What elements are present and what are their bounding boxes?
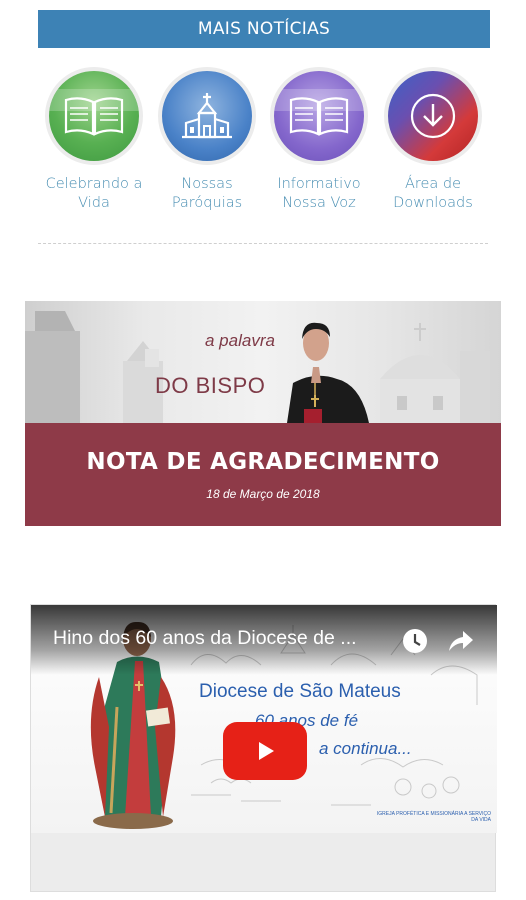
download-icon xyxy=(410,93,456,139)
bishop-banner-image: a palavra DO BISPO xyxy=(25,301,501,423)
play-button[interactable] xyxy=(223,722,307,780)
nav-celebrando-a-vida[interactable]: Celebrando a Vida xyxy=(38,67,150,213)
book-icon xyxy=(289,97,349,136)
news-date: 18 de Março de 2018 xyxy=(206,487,320,501)
nav-label[interactable]: Informativo Nossa Voz xyxy=(263,175,375,213)
nav-paroquias-circle[interactable] xyxy=(158,67,256,165)
quick-links: Celebrando a Vida Nossas Paróquias Infor… xyxy=(0,67,526,217)
section-divider xyxy=(38,243,488,244)
bishop-figure xyxy=(287,322,369,423)
video-title[interactable]: Hino dos 60 anos da Diocese de ... xyxy=(53,627,398,650)
video-overlay-title: Diocese de São Mateus xyxy=(199,681,401,702)
youtube-embed[interactable]: Hino dos 60 anos da Diocese de ... Dioce… xyxy=(30,604,497,892)
bishop-tagline-small: a palavra xyxy=(205,331,275,350)
share-icon[interactable] xyxy=(445,627,475,655)
nav-label[interactable]: Nossas Paróquias xyxy=(151,175,263,213)
nav-area-de-downloads[interactable]: Área de Downloads xyxy=(377,67,489,213)
nav-downloads-circle[interactable] xyxy=(384,67,482,165)
section-header: MAIS NOTÍCIAS xyxy=(38,10,490,48)
video-overlay-tagline: IGREJA PROFÉTICA E MISSIONÁRIA A SERVIÇO… xyxy=(376,811,491,823)
play-icon xyxy=(259,742,274,760)
bishop-tagline-big: DO BISPO xyxy=(155,373,266,398)
bishop-card-footer: NOTA DE AGRADECIMENTO 18 de Março de 201… xyxy=(25,423,501,526)
video-thumbnail[interactable]: Hino dos 60 anos da Diocese de ... Dioce… xyxy=(31,605,497,833)
bishop-news-card[interactable]: a palavra DO BISPO NOTA DE AGRADECIMENTO… xyxy=(25,301,501,526)
section-title: MAIS NOTÍCIAS xyxy=(197,19,331,39)
nav-label[interactable]: Área de Downloads xyxy=(377,175,489,213)
video-overlay-subtitle-2: a continua... xyxy=(319,739,412,758)
nav-celebrando-circle[interactable] xyxy=(45,67,143,165)
nav-informativo-nossa-voz[interactable]: Informativo Nossa Voz xyxy=(263,67,375,213)
book-icon xyxy=(64,97,124,136)
nav-nossas-paroquias[interactable]: Nossas Paróquias xyxy=(151,67,263,213)
church-background-image xyxy=(25,311,490,423)
watch-later-icon[interactable] xyxy=(401,627,429,655)
news-title[interactable]: NOTA DE AGRADECIMENTO xyxy=(25,449,501,475)
church-icon xyxy=(182,93,232,139)
nav-informativo-circle[interactable] xyxy=(270,67,368,165)
nav-label[interactable]: Celebrando a Vida xyxy=(38,175,150,213)
